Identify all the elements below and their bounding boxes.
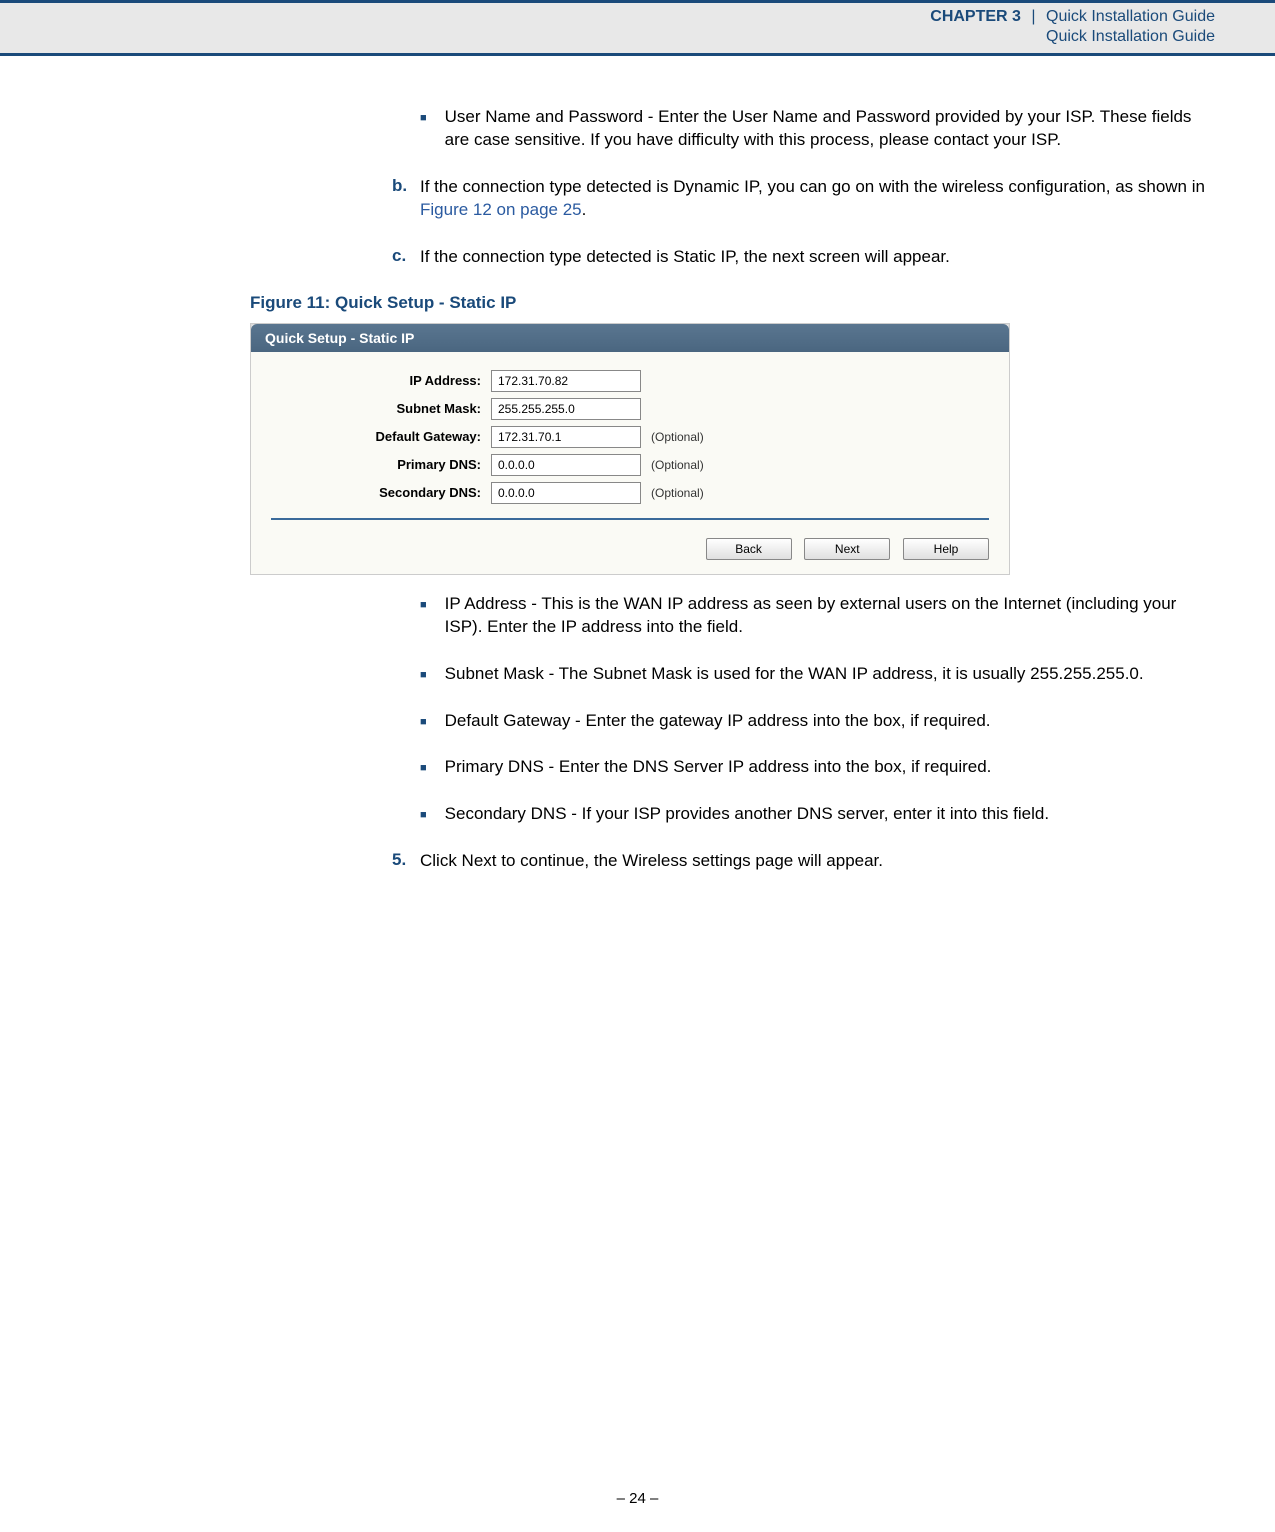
step-number-5: 5. xyxy=(392,850,420,873)
item-b-post: . xyxy=(582,200,587,219)
bullet-text: Primary DNS - Enter the DNS Server IP ad… xyxy=(445,756,1215,779)
figure-11: Quick Setup - Static IP IP Address: Subn… xyxy=(250,323,1010,575)
secondary-dns-label: Secondary DNS: xyxy=(271,485,491,500)
row-primary-dns: Primary DNS: (Optional) xyxy=(271,454,989,476)
square-bullet-icon: ■ xyxy=(420,716,427,733)
square-bullet-icon: ■ xyxy=(420,599,427,639)
bullet-text: User Name and Password - Enter the User … xyxy=(445,106,1215,152)
row-ip-address: IP Address: xyxy=(271,370,989,392)
bullet-secondary-dns: ■ Secondary DNS - If your ISP provides a… xyxy=(420,803,1215,826)
bullet-text: Secondary DNS - If your ISP provides ano… xyxy=(445,803,1215,826)
item-b: b. If the connection type detected is Dy… xyxy=(330,176,1215,222)
item-c-text: If the connection type detected is Stati… xyxy=(420,246,1215,269)
bullet-ip-address: ■ IP Address - This is the WAN IP addres… xyxy=(420,593,1215,639)
figure-12-link[interactable]: Figure 12 on page 25 xyxy=(420,200,582,219)
bullet-username-password: ■ User Name and Password - Enter the Use… xyxy=(420,106,1215,152)
figure-body: IP Address: Subnet Mask: Default Gateway… xyxy=(251,352,1009,534)
letter-b: b. xyxy=(392,176,420,222)
item-b-text: If the connection type detected is Dynam… xyxy=(420,176,1215,222)
letter-c: c. xyxy=(392,246,420,269)
bullet-text: IP Address - This is the WAN IP address … xyxy=(445,593,1215,639)
step-5-text: Click Next to continue, the Wireless set… xyxy=(420,850,1215,873)
figure-button-row: Back Next Help xyxy=(251,534,1009,574)
secondary-dns-input[interactable] xyxy=(491,482,641,504)
next-button[interactable]: Next xyxy=(804,538,890,560)
item-c: c. If the connection type detected is St… xyxy=(330,246,1215,269)
help-button[interactable]: Help xyxy=(903,538,989,560)
primary-dns-input[interactable] xyxy=(491,454,641,476)
bullet-text: Subnet Mask - The Subnet Mask is used fo… xyxy=(445,663,1215,686)
bullet-subnet-mask: ■ Subnet Mask - The Subnet Mask is used … xyxy=(420,663,1215,686)
back-button[interactable]: Back xyxy=(706,538,792,560)
figure-divider xyxy=(271,518,989,520)
bullet-primary-dns: ■ Primary DNS - Enter the DNS Server IP … xyxy=(420,756,1215,779)
figure-caption: Figure 11: Quick Setup - Static IP xyxy=(250,293,1215,313)
header-separator: | xyxy=(1031,8,1035,25)
default-gateway-input[interactable] xyxy=(491,426,641,448)
sdns-optional: (Optional) xyxy=(651,486,704,500)
header-title-1: Quick Installation Guide xyxy=(1046,8,1215,25)
row-subnet-mask: Subnet Mask: xyxy=(271,398,989,420)
default-gateway-label: Default Gateway: xyxy=(271,429,491,444)
ip-address-label: IP Address: xyxy=(271,373,491,388)
bullet-text: Default Gateway - Enter the gateway IP a… xyxy=(445,710,1215,733)
square-bullet-icon: ■ xyxy=(420,669,427,686)
page-header: CHAPTER 3 | Quick Installation Guide Qui… xyxy=(0,0,1275,56)
pdns-optional: (Optional) xyxy=(651,458,704,472)
row-default-gateway: Default Gateway: (Optional) xyxy=(271,426,989,448)
primary-dns-label: Primary DNS: xyxy=(271,457,491,472)
bullet-default-gateway: ■ Default Gateway - Enter the gateway IP… xyxy=(420,710,1215,733)
figure-titlebar: Quick Setup - Static IP xyxy=(251,324,1009,352)
subnet-mask-input[interactable] xyxy=(491,398,641,420)
page-footer: – 24 – xyxy=(0,1490,1275,1507)
subnet-mask-label: Subnet Mask: xyxy=(271,401,491,416)
header-title-2: Quick Installation Guide xyxy=(10,28,1215,46)
step-5: 5. Click Next to continue, the Wireless … xyxy=(300,850,1215,873)
gateway-optional: (Optional) xyxy=(651,430,704,444)
main-content: ■ User Name and Password - Enter the Use… xyxy=(0,56,1275,873)
chapter-label: CHAPTER 3 xyxy=(930,8,1021,25)
row-secondary-dns: Secondary DNS: (Optional) xyxy=(271,482,989,504)
square-bullet-icon: ■ xyxy=(420,112,427,152)
item-b-pre: If the connection type detected is Dynam… xyxy=(420,177,1205,196)
ip-address-input[interactable] xyxy=(491,370,641,392)
square-bullet-icon: ■ xyxy=(420,809,427,826)
square-bullet-icon: ■ xyxy=(420,762,427,779)
header-line-1: CHAPTER 3 | Quick Installation Guide xyxy=(10,8,1215,26)
